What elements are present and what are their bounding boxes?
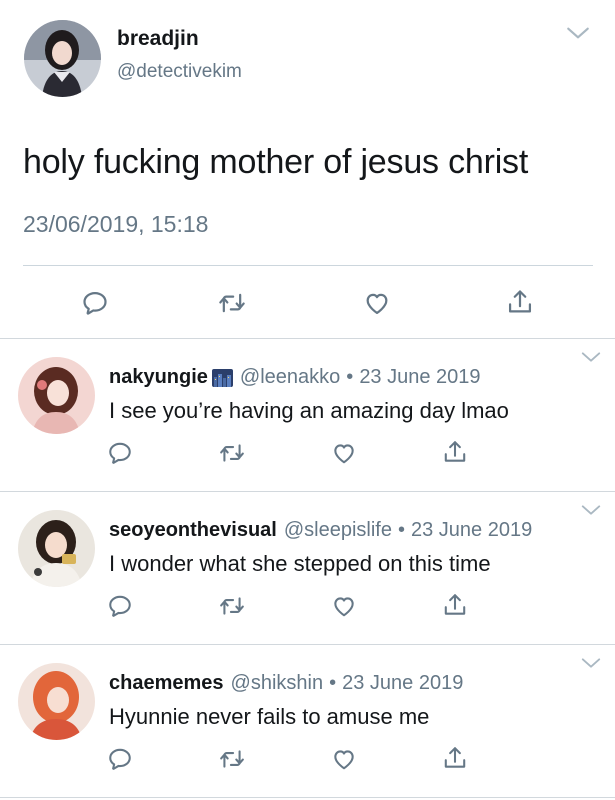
reply-icon[interactable]: [106, 592, 134, 620]
divider: [23, 265, 593, 266]
profile-photo-icon: [18, 663, 95, 740]
main-display-name[interactable]: breadjin: [117, 27, 199, 51]
like-icon[interactable]: [330, 439, 358, 467]
reply-date[interactable]: 23 June 2019: [342, 672, 463, 695]
share-icon[interactable]: [441, 590, 469, 620]
chevron-down-icon[interactable]: [580, 349, 602, 365]
main-handle[interactable]: @detectivekim: [117, 61, 242, 83]
reply-display-name[interactable]: seoyeonthevisual: [109, 519, 277, 542]
share-icon[interactable]: [441, 437, 469, 467]
tweet-actions: [0, 280, 615, 324]
profile-photo-icon: [18, 510, 95, 587]
main-avatar[interactable]: [24, 20, 101, 97]
tweet-text: holy fucking mother of jesus christ: [23, 143, 529, 181]
reply-avatar[interactable]: [18, 663, 95, 740]
reply-tweet[interactable]: seoyeonthevisual @sleepislife • 23 June …: [0, 492, 615, 644]
retweet-icon[interactable]: [218, 745, 246, 773]
reply-avatar[interactable]: [18, 357, 95, 434]
reply-text: I wonder what she stepped on this time: [109, 551, 491, 576]
like-icon[interactable]: [330, 745, 358, 773]
reply-date[interactable]: 23 June 2019: [411, 519, 532, 542]
reply-display-name[interactable]: chaememes: [109, 672, 224, 695]
reply-handle[interactable]: @shikshin: [231, 672, 324, 695]
like-icon[interactable]: [330, 592, 358, 620]
reply-actions: [0, 587, 615, 627]
share-icon[interactable]: [505, 286, 535, 318]
chevron-down-icon[interactable]: [565, 22, 591, 44]
reply-actions: [0, 434, 615, 474]
main-tweet: breadjin @detectivekim holy fucking moth…: [0, 0, 615, 338]
reply-icon[interactable]: [106, 439, 134, 467]
reply-actions: [0, 740, 615, 780]
separator-dot: •: [397, 519, 405, 541]
tweet-timestamp[interactable]: 23/06/2019, 15:18: [23, 211, 208, 238]
like-icon[interactable]: [362, 288, 392, 318]
reply-text: Hyunnie never fails to amuse me: [109, 704, 430, 729]
reply-header: chaememes @shikshin • 23 June 2019: [109, 672, 463, 695]
reply-header: seoyeonthevisual @sleepislife • 23 June …: [109, 519, 532, 542]
reply-text: I see you’re having an amazing day lmao: [109, 398, 509, 423]
chevron-down-icon[interactable]: [580, 655, 602, 671]
reply-icon[interactable]: [106, 745, 134, 773]
retweet-icon[interactable]: [217, 288, 247, 318]
reply-handle[interactable]: @leenakko: [240, 366, 340, 389]
retweet-icon[interactable]: [218, 439, 246, 467]
reply-tweet[interactable]: nakyungie @leenakko • 23 June 2019 I see…: [0, 339, 615, 491]
reply-display-name[interactable]: nakyungie: [109, 366, 208, 389]
share-icon[interactable]: [441, 743, 469, 773]
reply-header: nakyungie @leenakko • 23 June 2019: [109, 366, 481, 389]
divider: [0, 797, 615, 798]
reply-avatar[interactable]: [18, 510, 95, 587]
reply-date[interactable]: 23 June 2019: [359, 366, 480, 389]
reply-tweet[interactable]: chaememes @shikshin • 23 June 2019 Hyunn…: [0, 645, 615, 797]
reply-handle[interactable]: @sleepislife: [284, 519, 392, 542]
city-night-emoji-icon: [211, 368, 233, 387]
separator-dot: •: [346, 366, 354, 388]
retweet-icon[interactable]: [218, 592, 246, 620]
separator-dot: •: [329, 672, 337, 694]
reply-icon[interactable]: [80, 288, 110, 318]
chevron-down-icon[interactable]: [580, 502, 602, 518]
profile-photo-icon: [24, 20, 101, 97]
profile-photo-icon: [18, 357, 95, 434]
